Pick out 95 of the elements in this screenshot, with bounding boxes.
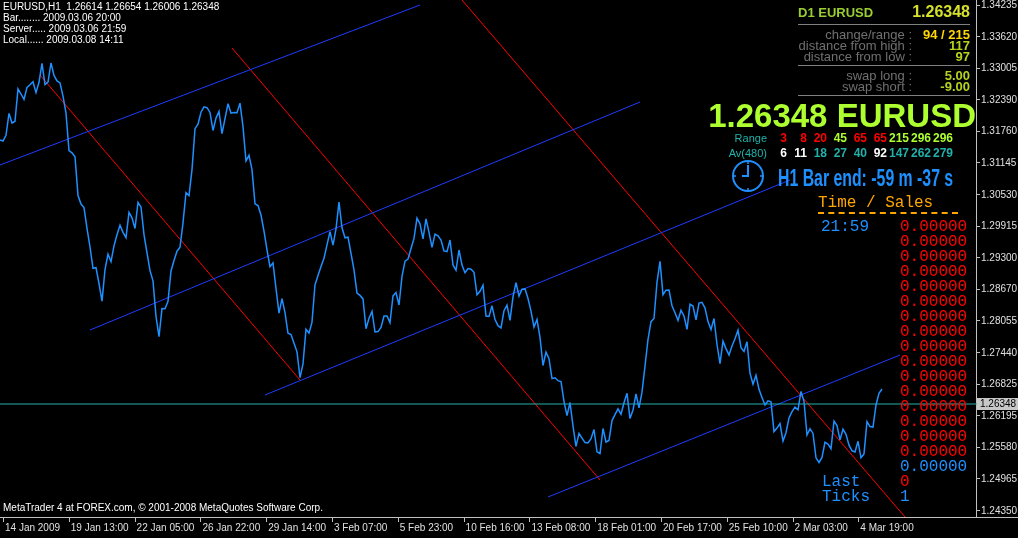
price-axis-label: 1.24965 (980, 472, 1018, 485)
time-sales-title: Time / Sales (818, 194, 935, 212)
stat-label: change/range : (825, 29, 912, 40)
big-quote: 1.26348 EURUSD (708, 98, 976, 134)
time-axis-label: 19 Jan 13:00 (69, 521, 129, 535)
stat-label: distance from low : (803, 51, 912, 62)
price-axis-label: 1.26195 (980, 409, 1018, 422)
tick-price: 0.00000 (900, 415, 968, 430)
price-axis-label: 1.28670 (980, 283, 1018, 296)
price-axis-label: 1.32390 (980, 93, 1018, 106)
price-axis-label: 1.34235 (980, 0, 1018, 11)
stat-value: 117 (949, 40, 970, 51)
range-value: 92 (872, 147, 887, 160)
tick-price: 0.00000 (900, 235, 968, 250)
tick-price: 0.00000 (900, 430, 968, 445)
stat-value: 97 (955, 51, 970, 62)
time-axis-label: 29 Jan 14:00 (267, 521, 326, 535)
stat-value: 94 / 215 (922, 29, 970, 40)
chart-info-text: Server..... 2009.03.06 21:59 (3, 23, 127, 34)
tick-price: 0.00000 (900, 445, 968, 460)
bar-timer-text: H1 Bar end: -59 m -37 s (778, 164, 954, 192)
chart-info-text: EURUSD,H1 1.26614 1.26654 1.26006 1.26348 (3, 1, 220, 12)
time-axis-label: 5 Feb 23:00 (398, 521, 454, 535)
time-axis-label: 14 Jan 2009 (4, 521, 61, 535)
range-value: 6 (779, 147, 787, 160)
stat-label: distance from high : (798, 40, 912, 51)
price-axis-label: 1.31145 (980, 156, 1017, 169)
range-value: 20 (812, 132, 827, 145)
summary-label: Ticks (821, 490, 871, 505)
range-value: 296 (909, 132, 931, 145)
range-value: 27 (832, 147, 847, 160)
time-axis-label: 3 Feb 07:00 (333, 521, 388, 535)
range-value: 3 (779, 132, 787, 145)
price-axis-label: 1.30530 (980, 188, 1018, 201)
stat-value: -9.00 (939, 81, 970, 92)
tick-price: 0.00000 (900, 340, 968, 355)
price-axis-label: 1.31760 (980, 125, 1018, 138)
range-value: 279 (931, 147, 953, 160)
range-value: 65 (872, 132, 887, 145)
price-axis-label: 1.33005 (980, 62, 1018, 75)
stat-value: 5.00 (944, 70, 970, 81)
time-axis-label: 26 Jan 22:00 (201, 521, 261, 535)
tick-price: 0.00000 (900, 355, 968, 370)
time-axis-label: 2 Mar 03:00 (793, 521, 848, 535)
range-value: 296 (931, 132, 953, 145)
tick-price: 0.00000 (900, 265, 968, 280)
price-axis-label: 1.29915 (980, 220, 1018, 233)
range-value: 65 (852, 132, 867, 145)
tick-price: 0.00000 (900, 295, 968, 310)
summary-value: 1 (900, 490, 911, 505)
range-row-label: Av(480) (727, 147, 767, 160)
chart-info-text: Local...... 2009.03.08 14:11 (3, 34, 124, 45)
tick-price: 0.00000 (900, 310, 968, 325)
tick-price: 0.00000 (900, 460, 968, 475)
tick-price: 0.00000 (900, 220, 968, 235)
time-axis-label: 10 Feb 16:00 (464, 521, 525, 535)
price-axis-label: 1.28055 (980, 314, 1018, 327)
time-axis-label: 25 Feb 10:00 (727, 521, 788, 535)
price-axis-label: 1.24350 (980, 504, 1018, 517)
symbol-price: 1.26348 (912, 3, 970, 21)
time-axis-label: 22 Jan 05:00 (135, 521, 195, 535)
tick-price: 0.00000 (900, 325, 968, 340)
chart-info-text: Bar........ 2009.03.06 20:00 (3, 12, 121, 23)
summary-value: 0 (900, 475, 911, 490)
time-axis-label: 4 Mar 19:00 (859, 521, 914, 535)
time-axis-label: 13 Feb 08:00 (530, 521, 591, 535)
range-value: 215 (887, 132, 909, 145)
range-value: 45 (832, 132, 847, 145)
range-row-label: Range (733, 132, 767, 145)
stat-label: swap long : (846, 70, 912, 81)
tick-price: 0.00000 (900, 250, 968, 265)
price-axis-label: 1.33620 (980, 30, 1018, 43)
time-axis-label: 18 Feb 01:00 (596, 521, 657, 535)
tick-price: 0.00000 (900, 400, 968, 415)
range-value: 8 (799, 132, 807, 145)
clock-icon (731, 159, 765, 193)
price-axis-label: 1.29300 (980, 251, 1018, 264)
copyright-text: MetaTrader 4 at FOREX.com, © 2001-2008 MetaQuotes Software Corp. (3, 502, 323, 514)
time-sales-time: 21:59 (820, 220, 870, 235)
current-price-label: 1.26348 (977, 398, 1018, 410)
range-value: 262 (909, 147, 931, 160)
range-value: 147 (887, 147, 909, 160)
price-axis-label: 1.27440 (980, 346, 1018, 359)
time-axis-label: 20 Feb 17:00 (661, 521, 722, 535)
summary-label: Last (821, 475, 861, 490)
stat-label: swap short : (841, 81, 912, 92)
range-value: 18 (812, 147, 827, 160)
range-value: 40 (852, 147, 867, 160)
tick-price: 0.00000 (900, 385, 968, 400)
price-axis-label: 1.25580 (980, 441, 1018, 454)
tick-price: 0.00000 (900, 280, 968, 295)
range-value: 11 (793, 147, 807, 160)
price-axis-label: 1.26825 (980, 378, 1018, 391)
symbol-title: D1 EURUSD (798, 5, 874, 21)
tick-price: 0.00000 (900, 370, 968, 385)
